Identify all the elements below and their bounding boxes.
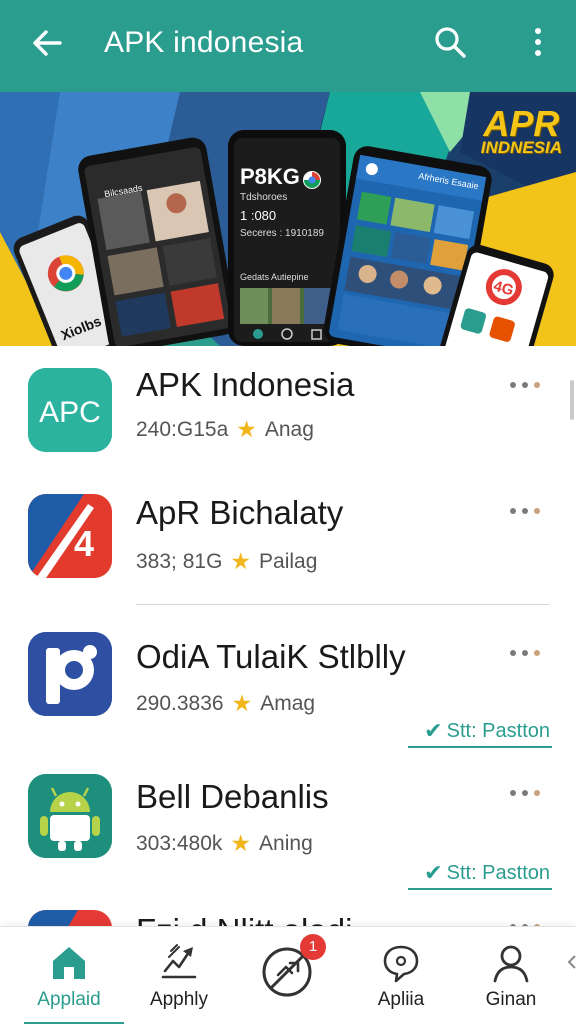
p-app-icon <box>28 632 112 716</box>
app-meta: 240:G15a ★ Anag <box>136 416 314 443</box>
status-text: Stt: Pastton <box>446 861 550 884</box>
star-icon: ★ <box>236 416 257 442</box>
chevron-left-icon[interactable] <box>568 955 576 969</box>
nav-label: Applaid <box>37 989 101 1010</box>
item-menu-dots-icon[interactable] <box>510 650 540 656</box>
list-item[interactable]: OdiA TulaiK Stlblly 290.3836 ★ Amag ✔ St… <box>0 606 576 748</box>
four-app-icon: 4 <box>28 494 112 578</box>
more-vert-icon[interactable] <box>526 24 550 60</box>
app-rating-label: Aning <box>259 831 313 855</box>
nav-item-applaid[interactable]: Applaid <box>14 927 124 1024</box>
app-meta: 383; 81G ★ Pailag <box>136 548 317 575</box>
apc-icon-text: APC <box>39 396 101 429</box>
banner-logo-line2: INDNESIA <box>480 138 562 158</box>
app-size: 240:G15a <box>136 417 229 441</box>
app-name: APK Indonesia <box>136 366 355 403</box>
banner-center-line2: Seceres : 1910189 <box>240 228 324 239</box>
promo-banner[interactable]: 4G P8KG Tdshoroes 1 :080 Seceres : 19101… <box>0 92 576 346</box>
list-item[interactable]: Bell Debanlis 303:480k ★ Aning ✔ Stt: Pa… <box>0 748 576 890</box>
banner-logo: APR INDNESIA <box>480 103 562 158</box>
item-menu-dots-icon[interactable] <box>510 382 540 388</box>
star-icon: ★ <box>231 690 253 716</box>
star-icon: ★ <box>230 830 252 856</box>
chat-bubble-icon <box>383 945 419 983</box>
nav-item-ginan[interactable]: Ginan <box>456 927 566 1024</box>
check-icon: ✔ <box>424 718 443 743</box>
nav-label: Apliia <box>377 989 425 1010</box>
notification-badge: 1 <box>300 934 326 960</box>
banner-center-line1: 1 :080 <box>240 208 277 223</box>
item-menu-dots-icon[interactable] <box>510 790 540 796</box>
app-rating-label: Amag <box>260 691 316 715</box>
app-list: APC APK Indonesia 240:G15a ★ Anag 4 ApR … <box>0 346 576 926</box>
banner-center-title: P8KG <box>240 164 300 189</box>
item-menu-dots-icon[interactable] <box>510 508 540 514</box>
nav-label: Ginan <box>485 989 537 1010</box>
nav-item-blocked[interactable] <box>232 927 342 1024</box>
arrow-back-icon[interactable] <box>30 26 64 60</box>
star-icon: ★ <box>230 548 252 574</box>
partial-app-icon <box>28 910 112 926</box>
apc-app-icon: APC <box>28 368 112 452</box>
bottom-navigation: Applaid Apphly Apliia Ginan <box>0 926 576 1024</box>
app-meta: 303:480k ★ Aning <box>136 830 313 857</box>
app-name: Fzi d Nlitt aladi <box>136 912 352 926</box>
app-rating-label: Pailag <box>259 549 318 573</box>
nav-item-apliia[interactable]: Apliia <box>346 927 456 1024</box>
app-size: 383; 81G <box>136 549 223 573</box>
person-icon <box>493 945 529 983</box>
search-icon[interactable] <box>432 24 468 60</box>
app-meta: 290.3836 ★ Amag <box>136 690 315 717</box>
chart-edit-icon <box>161 944 197 979</box>
status-label[interactable]: ✔ Stt: Pastton <box>424 718 550 744</box>
app-size: 303:480k <box>136 831 223 855</box>
banner-logo-line1: APR <box>483 103 560 144</box>
banner-center-sub: Tdshoroes <box>240 192 288 203</box>
nav-item-apphly[interactable]: Apphly <box>124 927 234 1024</box>
scrollbar[interactable] <box>570 380 574 420</box>
app-name: Bell Debanlis <box>136 778 329 815</box>
item-divider <box>136 604 550 605</box>
app-bar: APK indonesia <box>0 0 576 92</box>
status-label[interactable]: ✔ Stt: Pastton <box>424 860 550 886</box>
app-bar-title: APK indonesia <box>104 26 304 59</box>
list-item[interactable]: 4 ApR Bichalaty 383; 81G ★ Pailag <box>0 476 576 606</box>
banner-center-section: Gedats Autiepine <box>240 272 309 282</box>
check-icon: ✔ <box>424 860 443 885</box>
app-size: 290.3836 <box>136 691 224 715</box>
app-rating-label: Anag <box>264 417 314 441</box>
status-text: Stt: Pastton <box>446 719 550 742</box>
list-item[interactable]: APC APK Indonesia 240:G15a ★ Anag <box>0 346 576 476</box>
list-item[interactable]: Fzi d Nlitt aladi <box>0 890 576 926</box>
nav-label: Apphly <box>149 989 209 1010</box>
android-app-icon <box>28 774 112 858</box>
four-icon-text: 4 <box>74 523 94 564</box>
app-name: ApR Bichalaty <box>136 494 344 531</box>
app-name: OdiA TulaiK Stlblly <box>136 638 406 675</box>
home-icon <box>53 947 85 979</box>
